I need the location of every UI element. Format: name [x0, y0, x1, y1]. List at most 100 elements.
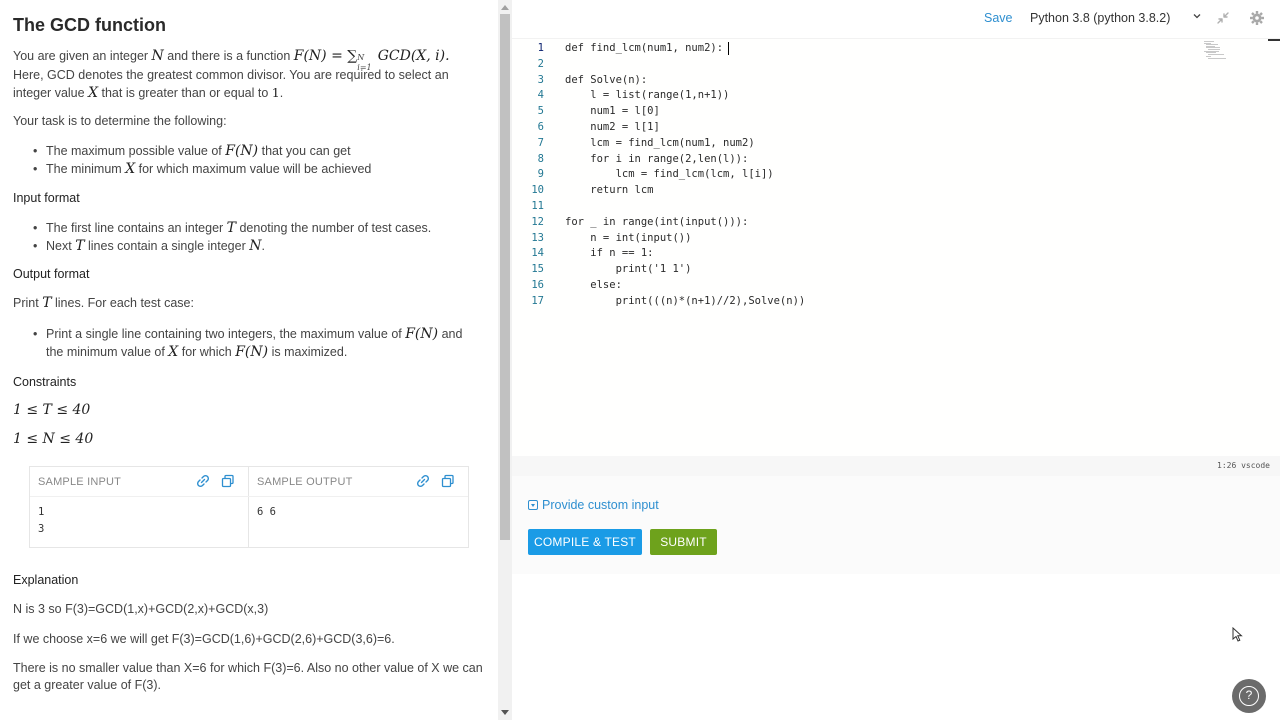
code-line[interactable]: 8 for i in range(2,len(l)):: [512, 151, 1272, 167]
explanation-line: There is no smaller value than X=6 for w…: [13, 661, 483, 675]
output-intro: Print T lines. For each test case:: [13, 295, 194, 311]
code-text[interactable]: for _ in range(int(input())):: [565, 214, 748, 230]
sample-input-line: 1: [38, 506, 45, 518]
intro-line-1: You are given an integer N and there is …: [13, 48, 450, 72]
copy-icon[interactable]: [221, 474, 236, 489]
code-text[interactable]: return lcm: [565, 182, 653, 198]
sample-input-line: 3: [38, 523, 45, 535]
explanation-line: get a greater value of F(3).: [13, 678, 161, 692]
code-text[interactable]: def find_lcm(num1, num2):: [565, 40, 723, 56]
sample-output-label: SAMPLE OUTPUT: [257, 476, 353, 488]
code-line[interactable]: 4 l = list(range(1,n+1)): [512, 87, 1272, 103]
code-line[interactable]: 1 def find_lcm(num1, num2):: [512, 40, 1272, 56]
line-number: 16: [531, 279, 544, 291]
sample-io-table: SAMPLE INPUT 1 3 SAMPLE OUTPUT 6 6: [29, 466, 469, 548]
line-number: 6: [537, 121, 544, 133]
line-number: 4: [537, 89, 544, 102]
code-line[interactable]: 12 for _ in range(int(input())):: [512, 214, 1272, 230]
problem-scrollbar[interactable]: [498, 0, 512, 720]
code-text[interactable]: def Solve(n):: [565, 72, 647, 88]
code-text[interactable]: n = int(input()): [565, 230, 691, 246]
input-format-heading: Input format: [13, 191, 80, 205]
submit-button[interactable]: SUBMIT: [650, 529, 717, 555]
sample-output-column: SAMPLE OUTPUT 6 6: [249, 467, 468, 547]
code-line[interactable]: 13 n = int(input()): [512, 230, 1272, 246]
scroll-up-arrow-icon[interactable]: [501, 5, 509, 10]
output-format-heading: Output format: [13, 267, 90, 281]
output-item: Print a single line containing two integ…: [33, 325, 486, 361]
intro-line-3: integer value X that is greater than or …: [13, 85, 284, 101]
sample-output-line: 6 6: [257, 506, 276, 518]
line-number: 13: [531, 231, 544, 244]
code-text[interactable]: for i in range(2,len(l)):: [565, 151, 748, 167]
scroll-thumb[interactable]: [500, 14, 510, 540]
code-text[interactable]: num1 = l[0]: [565, 103, 660, 119]
collapse-icon[interactable]: [1215, 10, 1231, 26]
constraint-n: 1 ≤ N ≤ 40: [13, 431, 94, 447]
code-text[interactable]: num2 = l[1]: [565, 119, 660, 135]
editor-status-bar: 1:26 vscode: [512, 456, 1280, 476]
editor-toolbar: Save Python 3.8 (python 3.8.2): [512, 0, 1280, 38]
link-icon[interactable]: [196, 474, 211, 489]
copy-icon[interactable]: [441, 474, 456, 489]
code-text[interactable]: else:: [565, 277, 622, 293]
language-select[interactable]: Python 3.8 (python 3.8.2): [1024, 7, 1206, 31]
scroll-down-arrow-icon[interactable]: [501, 710, 509, 715]
line-number: 10: [531, 184, 544, 197]
code-line[interactable]: 7 lcm = find_lcm(num1, num2): [512, 135, 1272, 151]
constraint-t: 1 ≤ T ≤ 40: [13, 402, 91, 418]
chevron-down-icon: [1192, 11, 1202, 24]
code-text[interactable]: if n == 1:: [565, 245, 653, 261]
help-button[interactable]: ?: [1232, 679, 1266, 713]
code-editor[interactable]: 1 def find_lcm(num1, num2): 2 3 def Solve(n)…: [512, 38, 1280, 456]
code-line[interactable]: 15 print('1 1'): [512, 261, 1272, 277]
code-line[interactable]: 5 num1 = l[0]: [512, 103, 1272, 119]
code-line[interactable]: 17 print(((n)*(n+1)//2),Solve(n)): [512, 293, 1272, 309]
line-number: 3: [537, 73, 544, 86]
code-line[interactable]: 9 lcm = find_lcm(lcm, l[i]): [512, 166, 1272, 182]
expand-icon: [528, 500, 538, 510]
line-number: 12: [531, 215, 544, 228]
code-text[interactable]: l = list(range(1,n+1)): [565, 87, 729, 103]
task-item: The maximum possible value of F(N) that …: [33, 142, 486, 160]
code-line[interactable]: 16 else:: [512, 277, 1272, 293]
compile-test-button[interactable]: COMPILE & TEST: [528, 529, 642, 555]
custom-input-toggle[interactable]: Provide custom input: [528, 498, 659, 512]
mouse-cursor-icon: [1232, 627, 1243, 642]
line-number: 9: [537, 168, 544, 181]
code-line[interactable]: 2: [512, 56, 1272, 72]
line-number: 7: [537, 136, 544, 149]
help-icon: ?: [1239, 686, 1259, 706]
code-text[interactable]: lcm = find_lcm(num1, num2): [565, 135, 754, 151]
link-icon[interactable]: [416, 474, 431, 489]
intro-line-2: Here, GCD denotes the greatest common di…: [13, 68, 449, 82]
line-number: 17: [531, 294, 544, 307]
sample-input-label: SAMPLE INPUT: [38, 476, 122, 488]
text-caret: [728, 42, 729, 55]
code-line[interactable]: 14 if n == 1:: [512, 245, 1272, 261]
line-number: 14: [531, 247, 544, 260]
task-text: Your task is to determine the following:: [13, 114, 227, 128]
cursor-position: 1:26 vscode: [1217, 461, 1270, 470]
constraints-heading: Constraints: [13, 375, 77, 389]
code-line[interactable]: 3 def Solve(n):: [512, 72, 1272, 88]
code-text[interactable]: lcm = find_lcm(lcm, l[i]): [565, 166, 774, 182]
line-number: 2: [537, 57, 544, 70]
sample-input-column: SAMPLE INPUT 1 3: [30, 467, 249, 547]
line-number: 15: [531, 263, 544, 276]
line-number: 1: [537, 42, 544, 54]
code-line[interactable]: 11: [512, 198, 1272, 214]
save-button[interactable]: Save: [984, 11, 1013, 25]
code-line[interactable]: 6 num2 = l[1]: [512, 119, 1272, 135]
code-text[interactable]: print('1 1'): [565, 261, 692, 277]
code-text[interactable]: print(((n)*(n+1)//2),Solve(n)): [565, 293, 806, 309]
input-item: The first line contains an integer T den…: [33, 219, 486, 237]
task-item: The minimum X for which maximum value wi…: [33, 160, 486, 178]
code-line[interactable]: 10 return lcm: [512, 182, 1272, 198]
input-item: Next T lines contain a single integer N.: [33, 237, 486, 255]
gear-icon[interactable]: [1249, 10, 1265, 26]
editor-panel: Save Python 3.8 (python 3.8.2) 1 def fin…: [512, 0, 1280, 720]
explanation-line: N is 3 so F(3)=GCD(1,x)+GCD(2,x)+GCD(x,3…: [13, 602, 269, 616]
line-number: 11: [531, 200, 544, 212]
explanation-heading: Explanation: [13, 573, 79, 587]
